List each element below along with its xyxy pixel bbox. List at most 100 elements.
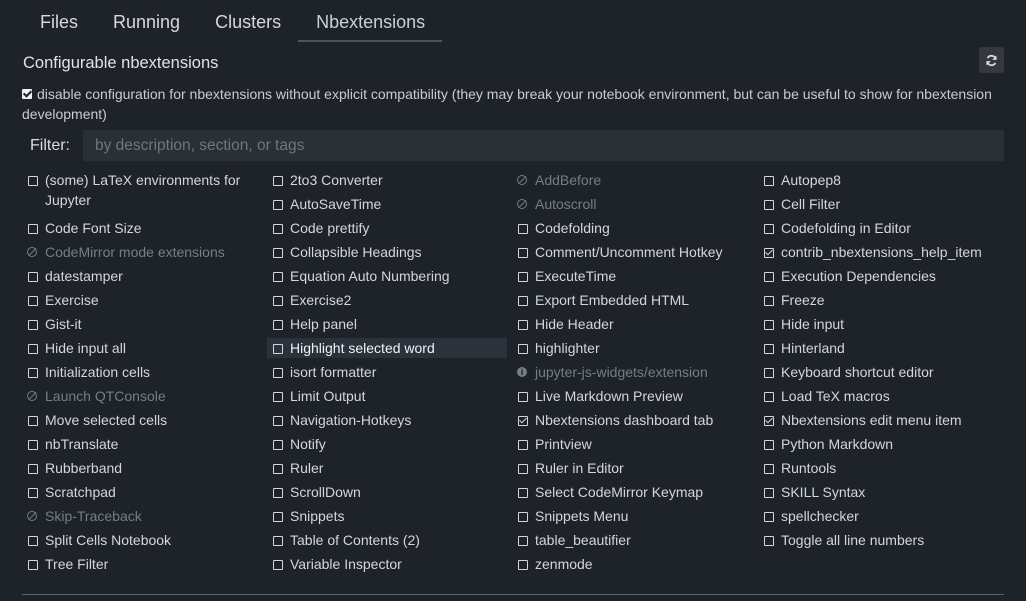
extension-item[interactable]: 2to3 Converter — [267, 170, 507, 190]
checkbox[interactable] — [273, 176, 283, 186]
extension-item[interactable]: Highlight selected word — [267, 338, 507, 358]
checkbox[interactable] — [273, 536, 283, 546]
checkbox[interactable] — [764, 368, 774, 378]
checkbox[interactable] — [518, 272, 528, 282]
checked-checkbox[interactable] — [764, 248, 774, 258]
checkbox[interactable] — [28, 320, 38, 330]
checkbox[interactable] — [273, 296, 283, 306]
tab-clusters[interactable]: Clusters — [197, 0, 298, 40]
extension-item[interactable]: Collapsible Headings — [267, 242, 507, 262]
extension-item[interactable]: Runtools — [758, 458, 998, 478]
checkbox[interactable] — [518, 296, 528, 306]
extension-item[interactable]: Hinterland — [758, 338, 998, 358]
extension-item[interactable]: Rubberband — [22, 458, 262, 478]
extension-item[interactable]: Initialization cells — [22, 362, 262, 382]
extension-item[interactable]: Keyboard shortcut editor — [758, 362, 998, 382]
extension-item[interactable]: Python Markdown — [758, 434, 998, 454]
extension-item[interactable]: Autopep8 — [758, 170, 998, 190]
extension-item[interactable]: Launch QTConsole — [22, 386, 262, 406]
checkbox[interactable] — [518, 248, 528, 258]
extension-item[interactable]: Scratchpad — [22, 482, 262, 502]
checkbox[interactable] — [273, 560, 283, 570]
extension-item[interactable]: Cell Filter — [758, 194, 998, 214]
extension-item[interactable]: Snippets — [267, 506, 507, 526]
checkbox[interactable] — [764, 512, 774, 522]
checked-checkbox[interactable] — [764, 416, 774, 426]
extension-item[interactable]: Exercise2 — [267, 290, 507, 310]
checkbox[interactable] — [28, 272, 38, 282]
extension-item[interactable]: Tree Filter — [22, 554, 262, 574]
checkbox[interactable] — [764, 344, 774, 354]
extension-item[interactable]: zenmode — [512, 554, 752, 574]
extension-item[interactable]: contrib_nbextensions_help_item — [758, 242, 998, 262]
checkbox[interactable] — [273, 200, 283, 210]
extension-item[interactable]: Variable Inspector — [267, 554, 507, 574]
extension-item[interactable]: Help panel — [267, 314, 507, 334]
extension-item[interactable]: AutoSaveTime — [267, 194, 507, 214]
checkbox[interactable] — [28, 440, 38, 450]
checkbox[interactable] — [764, 488, 774, 498]
checkbox[interactable] — [273, 440, 283, 450]
checkbox[interactable] — [764, 536, 774, 546]
extension-item[interactable]: highlighter — [512, 338, 752, 358]
checkbox[interactable] — [518, 464, 528, 474]
checkbox[interactable] — [28, 296, 38, 306]
checkbox[interactable] — [273, 224, 283, 234]
extension-item[interactable]: ScrollDown — [267, 482, 507, 502]
checkbox[interactable] — [28, 416, 38, 426]
extension-item[interactable]: Nbextensions edit menu item — [758, 410, 998, 430]
extension-item[interactable]: Equation Auto Numbering — [267, 266, 507, 286]
extension-item[interactable]: Autoscroll — [512, 194, 752, 214]
extension-item[interactable]: Load TeX macros — [758, 386, 998, 406]
extension-item[interactable]: spellchecker — [758, 506, 998, 526]
checkbox[interactable] — [518, 344, 528, 354]
extension-item[interactable]: Gist-it — [22, 314, 262, 334]
checkbox[interactable] — [28, 536, 38, 546]
extension-item[interactable]: Exercise — [22, 290, 262, 310]
extension-item[interactable]: Freeze — [758, 290, 998, 310]
checkbox[interactable] — [28, 488, 38, 498]
extension-item[interactable]: SKILL Syntax — [758, 482, 998, 502]
checkbox[interactable] — [28, 560, 38, 570]
extension-item[interactable]: Ruler in Editor — [512, 458, 752, 478]
extension-item[interactable]: nbTranslate — [22, 434, 262, 454]
checkbox[interactable] — [273, 488, 283, 498]
extension-item[interactable]: Move selected cells — [22, 410, 262, 430]
checkbox[interactable] — [273, 512, 283, 522]
checkbox[interactable] — [518, 560, 528, 570]
extension-item[interactable]: Hide input all — [22, 338, 262, 358]
checkbox[interactable] — [518, 440, 528, 450]
checkbox[interactable] — [764, 176, 774, 186]
compatibility-checkbox[interactable] — [22, 89, 32, 99]
checkbox[interactable] — [764, 296, 774, 306]
extension-item[interactable]: CodeMirror mode extensions — [22, 242, 262, 262]
checkbox[interactable] — [273, 392, 283, 402]
checkbox[interactable] — [518, 536, 528, 546]
refresh-button[interactable] — [979, 47, 1004, 73]
extension-item[interactable]: Comment/Uncomment Hotkey — [512, 242, 752, 262]
extension-item[interactable]: Code prettify — [267, 218, 507, 238]
extension-item[interactable]: Export Embedded HTML — [512, 290, 752, 310]
checkbox[interactable] — [273, 416, 283, 426]
filter-input[interactable] — [83, 130, 1004, 161]
extension-item[interactable]: Skip-Traceback — [22, 506, 262, 526]
extension-item[interactable]: Hide input — [758, 314, 998, 334]
checkbox[interactable] — [764, 464, 774, 474]
checkbox[interactable] — [764, 440, 774, 450]
checkbox[interactable] — [764, 320, 774, 330]
extension-item[interactable]: Select CodeMirror Keymap — [512, 482, 752, 502]
checkbox[interactable] — [273, 368, 283, 378]
extension-item[interactable]: Nbextensions dashboard tab — [512, 410, 752, 430]
extension-item[interactable]: AddBefore — [512, 170, 752, 190]
checkbox[interactable] — [518, 224, 528, 234]
checkbox[interactable] — [518, 392, 528, 402]
checkbox[interactable] — [28, 176, 38, 186]
extension-item[interactable]: Execution Dependencies — [758, 266, 998, 286]
extension-item[interactable]: ExecuteTime — [512, 266, 752, 286]
checkbox[interactable] — [28, 344, 38, 354]
checkbox[interactable] — [764, 272, 774, 282]
extension-item[interactable]: table_beautifier — [512, 530, 752, 550]
extension-item[interactable]: Codefolding — [512, 218, 752, 238]
checkbox[interactable] — [28, 224, 38, 234]
extension-item[interactable]: isort formatter — [267, 362, 507, 382]
